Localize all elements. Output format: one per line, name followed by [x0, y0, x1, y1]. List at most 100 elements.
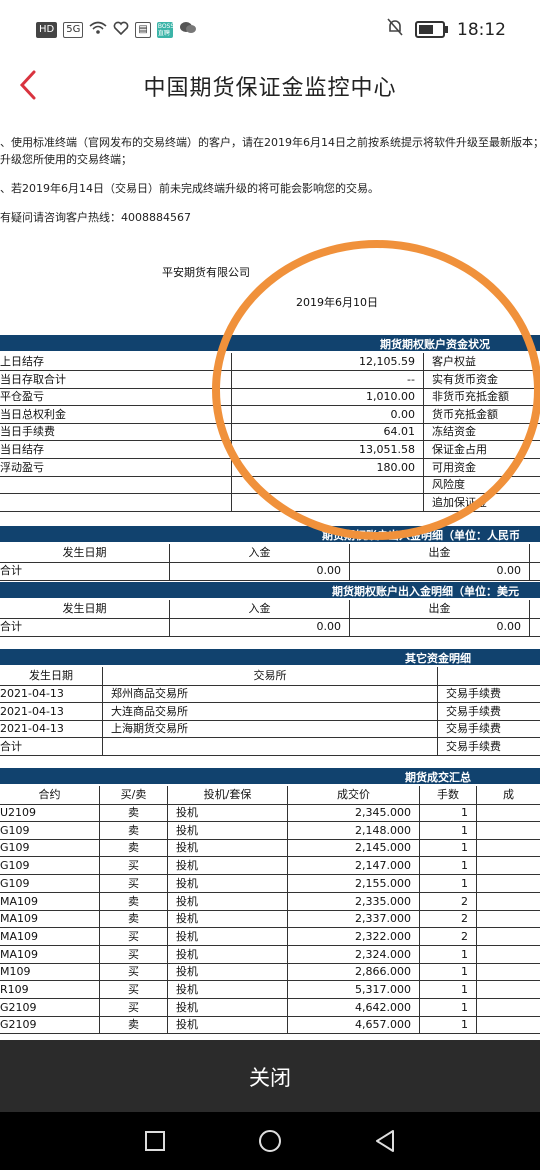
total-in: 0.00	[170, 618, 350, 636]
circle-icon	[259, 1130, 281, 1152]
total-in: 0.00	[170, 562, 350, 580]
row-amount	[477, 804, 540, 822]
row-contract: M109	[0, 963, 100, 982]
boss-icon: BOSS 直聘	[156, 21, 175, 38]
table-row: 当日总权利金 0.00 货币充抵金额	[0, 405, 540, 424]
row-price: 5,317.000	[288, 981, 420, 999]
row-price: 2,145.000	[288, 839, 420, 858]
col-side: 买/卖	[100, 786, 168, 804]
statement-document[interactable]: 、使用标准终端（官网发布的交易终端）的客户，请在2019年6月14日之前按系统提…	[0, 112, 540, 1040]
row-type: 投机	[168, 998, 288, 1017]
row-amount	[477, 893, 540, 911]
row-label: 上日结存	[0, 353, 232, 371]
row-amount	[477, 928, 540, 946]
row-label	[0, 476, 232, 495]
row-type: 投机	[168, 945, 288, 964]
row-value: 180.00	[232, 458, 424, 477]
recent-apps-button[interactable]	[142, 1128, 168, 1154]
row-value: 12,105.59	[232, 353, 424, 371]
col-qty: 手数	[420, 786, 477, 804]
row-price: 2,148.000	[288, 821, 420, 840]
row-price: 4,657.000	[288, 1016, 420, 1035]
row-side: 买	[100, 981, 168, 999]
row-contract: MA109	[0, 927, 100, 946]
table-row: 2021-04-13 郑州商品交易所 交易手续费	[0, 685, 540, 703]
row-qty: 1	[420, 839, 477, 858]
table-header-row: 合约 买/卖 投机/套保 成交价 手数 成	[0, 786, 540, 805]
row-contract: MA109	[0, 892, 100, 911]
home-button[interactable]	[257, 1128, 283, 1154]
usd-inout-header: 期货期权账户出入金明细（单位：美元	[0, 582, 540, 598]
row-right-label: 风险度	[432, 478, 465, 492]
clock: 18:12	[457, 19, 506, 40]
row-type: 投机	[168, 910, 288, 929]
row-side: 买	[100, 998, 168, 1017]
back-nav-button[interactable]	[372, 1128, 398, 1154]
notice-line-1: 、使用标准终端（官网发布的交易终端）的客户，请在2019年6月14日之前按系统提…	[0, 136, 540, 149]
row-amount	[477, 857, 540, 875]
row-qty: 1	[420, 821, 477, 840]
row-right-label: 可用资金	[432, 460, 476, 474]
table-row: G109 买投机 2,147.000 1	[0, 857, 540, 876]
hd-icon: HD	[36, 21, 58, 38]
table-row: 合计 0.00 0.00	[0, 562, 540, 581]
row-qty: 1	[420, 1016, 477, 1035]
row-side: 买	[100, 945, 168, 964]
total-out: 0.00	[350, 618, 530, 636]
row-fee-type: 交易手续费	[446, 704, 501, 718]
row-type: 投机	[168, 1016, 288, 1035]
table-row: MA109 买投机 2,322.000 2	[0, 927, 540, 946]
table-header-row: 发生日期 入金 出金	[0, 600, 540, 619]
table-row: 2021-04-13 上海期货交易所 交易手续费	[0, 720, 540, 739]
row-right-label: 客户权益	[432, 355, 476, 368]
wechat-icon	[179, 20, 197, 39]
table-header-row: 发生日期 入金 出金	[0, 544, 540, 563]
row-label: 浮动盈亏	[0, 458, 232, 477]
app-icon: ▤	[135, 21, 151, 38]
row-value	[232, 493, 424, 512]
row-price: 2,335.000	[288, 892, 420, 911]
row-type: 投机	[168, 963, 288, 982]
status-icons-left: HD 5G ▤ BOSS 直聘	[36, 20, 197, 39]
col-out: 出金	[350, 544, 530, 562]
other-funds-header: 其它资金明细	[0, 649, 540, 665]
row-right-label: 追加保证金	[432, 495, 487, 509]
table-row: 当日存取合计 -- 实有货币资金	[0, 370, 540, 389]
row-label: 当日结存	[0, 441, 232, 459]
row-qty: 1	[420, 857, 477, 876]
row-amount	[477, 963, 540, 981]
table-row: 追加保证金	[0, 493, 540, 512]
table-row: G109 卖投机 2,145.000 1	[0, 839, 540, 858]
row-label: 当日存取合计	[0, 370, 232, 389]
row-amount	[477, 981, 540, 999]
close-button[interactable]: 关闭	[0, 1062, 540, 1092]
notice-line-3: 、若2019年6月14日（交易日）前未完成终端升级的将可能会影响您的交易。	[0, 182, 379, 195]
row-exchange: 上海期货交易所	[103, 720, 438, 739]
total-label: 合计	[0, 618, 170, 636]
table-row: G109 卖投机 2,148.000 1	[0, 821, 540, 840]
table-row: G109 买投机 2,155.000 1	[0, 874, 540, 893]
row-contract: U2109	[0, 804, 100, 822]
row-amount	[477, 999, 540, 1017]
status-bar: HD 5G ▤ BOSS 直聘 18:12	[0, 0, 540, 60]
row-fee-type: 交易手续费	[446, 687, 501, 700]
rmb-inout-header: 期货期权账户出入金明细（单位：人民币	[0, 526, 540, 542]
section-title: 期货期权账户出入金明细（单位：人民币	[322, 529, 520, 542]
row-amount	[477, 910, 540, 928]
title-bar: 中国期货保证金监控中心	[0, 60, 540, 110]
section-title: 期货成交汇总	[405, 771, 471, 784]
row-contract: G109	[0, 874, 100, 893]
row-fee-type: 交易手续费	[446, 739, 501, 753]
square-icon	[145, 1131, 165, 1151]
row-value: 64.01	[232, 423, 424, 442]
row-price: 2,147.000	[288, 857, 420, 876]
table-row: 上日结存 12,105.59 客户权益	[0, 353, 540, 371]
row-qty: 1	[420, 874, 477, 893]
row-value: --	[232, 370, 424, 389]
row-qty: 2	[420, 892, 477, 911]
notice-line-2: 升级您所使用的交易终端；	[0, 153, 132, 166]
wifi-icon	[89, 20, 107, 39]
row-contract: G109	[0, 839, 100, 858]
table-row: 2021-04-13 大连商品交易所 交易手续费	[0, 702, 540, 721]
row-right-label: 货币充抵金额	[432, 407, 498, 421]
